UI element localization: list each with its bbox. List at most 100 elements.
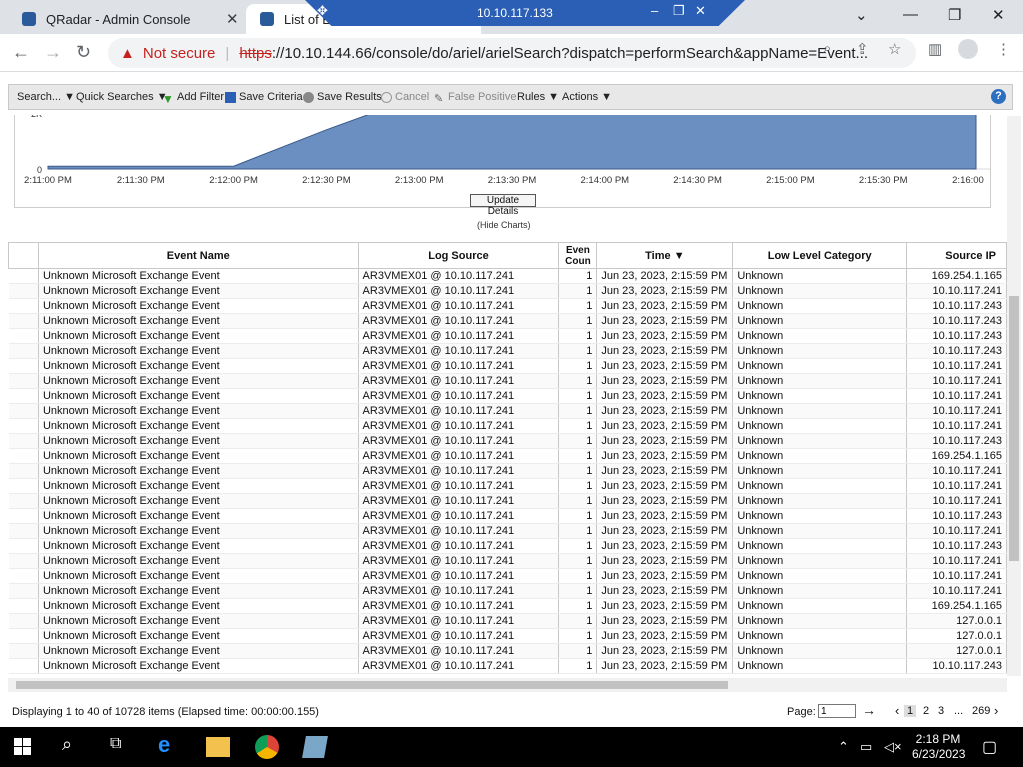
- table-row[interactable]: Unknown Microsoft Exchange Event AR3VMEX0…: [8, 628, 1007, 644]
- row-select-cell[interactable]: [8, 388, 39, 404]
- row-select-cell[interactable]: [8, 493, 39, 509]
- row-select-cell[interactable]: [8, 343, 39, 359]
- table-row[interactable]: Unknown Microsoft Exchange Event AR3VMEX0…: [8, 568, 1007, 584]
- table-row[interactable]: Unknown Microsoft Exchange Event AR3VMEX0…: [8, 613, 1007, 629]
- table-row[interactable]: Unknown Microsoft Exchange Event AR3VMEX0…: [8, 493, 1007, 509]
- prev-page-icon[interactable]: ‹: [895, 703, 899, 718]
- go-page-arrow-icon[interactable]: →: [862, 702, 876, 718]
- task-view-icon[interactable]: ⧉: [110, 735, 121, 753]
- horizontal-scrollbar[interactable]: [8, 678, 1007, 692]
- row-select-cell[interactable]: [8, 268, 39, 284]
- table-row[interactable]: Unknown Microsoft Exchange Event AR3VMEX0…: [8, 538, 1007, 554]
- maximize-icon[interactable]: ❐: [948, 6, 961, 24]
- table-row[interactable]: Unknown Microsoft Exchange Event AR3VMEX0…: [8, 598, 1007, 614]
- windows-start-icon[interactable]: [14, 738, 31, 755]
- back-icon[interactable]: ←: [12, 42, 30, 63]
- help-icon[interactable]: ?: [991, 89, 1006, 104]
- update-details-button[interactable]: Update Details: [470, 194, 536, 217]
- search-menu-button[interactable]: Search... ▼: [17, 91, 75, 103]
- false-positive-button[interactable]: ✎ False Positive: [434, 91, 516, 105]
- tab-search-chevron-icon[interactable]: ⌄: [855, 6, 868, 24]
- table-row[interactable]: Unknown Microsoft Exchange Event AR3VMEX0…: [8, 403, 1007, 419]
- row-select-cell[interactable]: [8, 478, 39, 494]
- page-link-last[interactable]: 269: [972, 705, 990, 717]
- table-row[interactable]: Unknown Microsoft Exchange Event AR3VMEX0…: [8, 478, 1007, 494]
- internet-explorer-icon[interactable]: e: [158, 732, 182, 757]
- table-row[interactable]: Unknown Microsoft Exchange Event AR3VMEX0…: [8, 658, 1007, 674]
- select-column-header[interactable]: [8, 242, 39, 269]
- next-page-icon[interactable]: ›: [994, 703, 998, 718]
- table-row[interactable]: Unknown Microsoft Exchange Event AR3VMEX0…: [8, 373, 1007, 389]
- quick-searches-button[interactable]: Quick Searches ▼: [76, 91, 168, 103]
- profile-avatar-icon[interactable]: [958, 39, 978, 59]
- horizontal-scroll-thumb[interactable]: [16, 681, 728, 689]
- row-select-cell[interactable]: [8, 643, 39, 659]
- table-row[interactable]: Unknown Microsoft Exchange Event AR3VMEX0…: [8, 448, 1007, 464]
- row-select-cell[interactable]: [8, 448, 39, 464]
- table-row[interactable]: Unknown Microsoft Exchange Event AR3VMEX0…: [8, 343, 1007, 359]
- row-select-cell[interactable]: [8, 313, 39, 329]
- system-clock[interactable]: 2:18 PM 6/23/2023: [912, 732, 965, 762]
- row-select-cell[interactable]: [8, 658, 39, 674]
- vertical-scroll-thumb[interactable]: [1009, 296, 1019, 561]
- row-select-cell[interactable]: [8, 283, 39, 299]
- save-results-button[interactable]: Save Results: [303, 91, 382, 103]
- column-header-log-source[interactable]: Log Source: [357, 242, 560, 269]
- row-select-cell[interactable]: [8, 373, 39, 389]
- table-row[interactable]: Unknown Microsoft Exchange Event AR3VMEX0…: [8, 268, 1007, 284]
- address-bar[interactable]: ▲ Not secure | https ://10.10.144.66/con…: [108, 38, 916, 68]
- table-row[interactable]: Unknown Microsoft Exchange Event AR3VMEX0…: [8, 463, 1007, 479]
- column-header-source-ip[interactable]: Source IP: [906, 242, 1007, 269]
- row-select-cell[interactable]: [8, 568, 39, 584]
- row-select-cell[interactable]: [8, 613, 39, 629]
- notifications-icon[interactable]: ▢: [982, 737, 997, 757]
- table-row[interactable]: Unknown Microsoft Exchange Event AR3VMEX0…: [8, 508, 1007, 524]
- page-number-input[interactable]: [818, 704, 856, 718]
- table-row[interactable]: Unknown Microsoft Exchange Event AR3VMEX0…: [8, 388, 1007, 404]
- row-select-cell[interactable]: [8, 328, 39, 344]
- minimize-remote-icon[interactable]: –: [651, 3, 658, 18]
- row-select-cell[interactable]: [8, 418, 39, 434]
- table-row[interactable]: Unknown Microsoft Exchange Event AR3VMEX0…: [8, 433, 1007, 449]
- table-row[interactable]: Unknown Microsoft Exchange Event AR3VMEX0…: [8, 328, 1007, 344]
- table-row[interactable]: Unknown Microsoft Exchange Event AR3VMEX0…: [8, 298, 1007, 314]
- row-select-cell[interactable]: [8, 298, 39, 314]
- column-header-event-name[interactable]: Event Name: [37, 242, 359, 269]
- row-select-cell[interactable]: [8, 523, 39, 539]
- cancel-button[interactable]: Cancel: [381, 91, 429, 103]
- column-header-low-level-category[interactable]: Low Level Category: [732, 242, 908, 269]
- row-select-cell[interactable]: [8, 403, 39, 419]
- add-filter-button[interactable]: ▼ Add Filter: [162, 91, 224, 106]
- restore-remote-icon[interactable]: ❐: [673, 3, 685, 19]
- forward-icon[interactable]: →: [44, 42, 62, 63]
- row-select-cell[interactable]: [8, 433, 39, 449]
- table-row[interactable]: Unknown Microsoft Exchange Event AR3VMEX0…: [8, 313, 1007, 329]
- vertical-scrollbar[interactable]: [1007, 116, 1021, 676]
- close-remote-icon[interactable]: ✕: [695, 3, 706, 19]
- row-select-cell[interactable]: [8, 358, 39, 374]
- bookmark-star-icon[interactable]: ☆: [888, 40, 901, 58]
- page-link-3[interactable]: 3: [938, 705, 944, 717]
- page-link-1[interactable]: 1: [904, 705, 917, 717]
- side-panel-icon[interactable]: ▥: [928, 40, 942, 58]
- table-row[interactable]: Unknown Microsoft Exchange Event AR3VMEX0…: [8, 358, 1007, 374]
- table-row[interactable]: Unknown Microsoft Exchange Event AR3VMEX0…: [8, 523, 1007, 539]
- row-select-cell[interactable]: [8, 553, 39, 569]
- column-header-time[interactable]: Time ▼: [596, 242, 734, 269]
- table-row[interactable]: Unknown Microsoft Exchange Event AR3VMEX0…: [8, 553, 1007, 569]
- menu-dots-icon[interactable]: ⋮: [996, 40, 1011, 58]
- hide-charts-link[interactable]: (Hide Charts): [477, 220, 531, 230]
- row-select-cell[interactable]: [8, 508, 39, 524]
- row-select-cell[interactable]: [8, 463, 39, 479]
- share-icon[interactable]: ⇪: [856, 40, 869, 58]
- rules-menu-button[interactable]: Rules ▼: [517, 91, 559, 103]
- remote-desktop-icon[interactable]: [302, 736, 328, 758]
- column-header-event-count[interactable]: Even Coun: [558, 242, 598, 269]
- minimize-icon[interactable]: —: [903, 6, 918, 23]
- row-select-cell[interactable]: [8, 598, 39, 614]
- close-tab-icon[interactable]: ✕: [226, 10, 239, 28]
- table-row[interactable]: Unknown Microsoft Exchange Event AR3VMEX0…: [8, 643, 1007, 659]
- chrome-icon[interactable]: [255, 735, 279, 759]
- volume-muted-icon[interactable]: ◁×: [884, 739, 902, 755]
- reload-icon[interactable]: ↻: [76, 42, 91, 63]
